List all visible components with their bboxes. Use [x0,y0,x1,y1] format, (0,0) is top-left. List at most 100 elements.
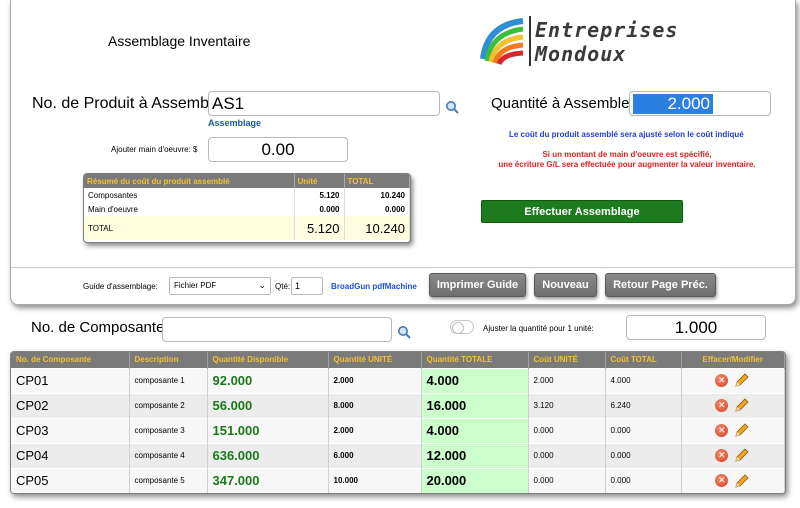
guide-select-value: Fichier PDF [174,281,217,290]
table-row: CP04 composante 4 636.000 6.000 12.000 0… [11,442,785,468]
component-avail: 56.000 [207,392,329,418]
company-logo: Entreprises Mondoux [479,12,677,70]
guide-select[interactable]: Fichier PDF ⌄ [169,277,271,295]
col-header-total-cost: Coût TOTAL [605,352,682,368]
pdf-machine-link[interactable]: BroadGun pdfMachine [331,282,417,291]
page-title: Assemblage Inventaire [108,33,251,49]
rainbow-logo-icon [480,18,524,66]
unit-qty-input[interactable]: 1.000 [626,315,766,340]
summary-total-unit: 5.120 [294,216,345,240]
summary-header-unit: Unité [294,174,345,188]
summary-total-row: TOTAL 5.120 10.240 [84,216,410,240]
pencil-icon[interactable] [734,372,750,388]
component-code: CP01 [11,367,130,393]
summary-row: Main d'oeuvre 0.000 0.000 [84,202,410,216]
component-unit-cost: 0.000 [528,417,606,443]
component-total-qty: 4.000 [421,417,529,443]
summary-header-total: TOTAL [344,174,410,188]
delete-icon[interactable]: ✕ [715,398,729,412]
delete-icon[interactable]: ✕ [715,423,729,437]
summary-row: Composantes 5.120 10.240 [84,188,410,202]
new-button[interactable]: Nouveau [534,273,597,297]
guide-label: Guide d'assemblage: [83,282,158,291]
assembly-link[interactable]: Assemblage [208,118,261,128]
pencil-icon[interactable] [734,422,750,438]
component-search-icon[interactable] [397,325,411,339]
row-actions: ✕ [681,417,785,443]
table-row: CP02 composante 2 56.000 8.000 16.000 3.… [11,392,785,418]
guide-qty-label: Qté: [275,282,291,291]
summary-row-unit: 5.120 [294,188,345,202]
labour-input[interactable]: 0.00 [208,137,348,162]
summary-row-label: Composantes [84,188,295,202]
component-avail: 151.000 [207,417,329,443]
chevron-down-icon: ⌄ [258,280,266,290]
quantity-input[interactable]: 2.000 [629,91,771,116]
product-input[interactable]: AS1 [208,91,440,116]
quantity-label: Quantité à Assembler: [491,95,639,112]
component-unit-qty: 10.000 [328,467,422,493]
component-desc: composante 4 [129,442,208,468]
component-unit-cost: 0.000 [528,467,606,493]
product-search-icon[interactable] [445,100,459,114]
component-unit-cost: 0.000 [528,442,606,468]
component-input[interactable] [162,317,392,342]
logo-text-line2: Mondoux [535,42,627,66]
components-table: No. de Composante Description Quantité D… [10,351,786,494]
component-total-qty: 20.000 [421,467,529,493]
component-total-qty: 16.000 [421,392,529,418]
table-row: CP05 composante 5 347.000 10.000 20.000 … [11,467,785,493]
component-total-qty: 12.000 [421,442,529,468]
component-unit-qty: 6.000 [328,442,422,468]
component-unit-cost: 3.120 [528,392,606,418]
component-avail: 636.000 [207,442,329,468]
col-header-total-qty: Quantité TOTALE [421,352,529,368]
perform-assembly-button[interactable]: Effectuer Assemblage [481,200,683,223]
col-header-unit-cost: Coût UNITÉ [528,352,606,368]
component-total-cost: 0.000 [605,442,682,468]
summary-total-total: 10.240 [344,216,410,240]
print-guide-button[interactable]: Imprimer Guide [429,273,526,297]
table-row: CP03 composante 3 151.000 2.000 4.000 0.… [11,417,785,443]
component-label: No. de Composante: [31,319,169,336]
back-button[interactable]: Retour Page Préc. [605,273,716,297]
pencil-icon[interactable] [734,473,750,489]
summary-row-label: Main d'oeuvre [84,202,295,216]
component-unit-qty: 2.000 [328,367,422,393]
cost-adjust-note: Le coût du produit assemblé sera ajusté … [509,130,744,139]
summary-total-label: TOTAL [84,216,295,240]
delete-icon[interactable]: ✕ [715,448,729,462]
col-header-desc: Description [129,352,208,368]
component-code: CP04 [11,442,130,468]
pencil-icon[interactable] [734,397,750,413]
row-actions: ✕ [681,367,785,393]
col-header-actions: Effacer/Modifier [681,352,785,368]
row-actions: ✕ [681,392,785,418]
labour-note-line1: Si un montant de main d'oeuvre est spéci… [542,150,712,159]
quantity-value: 2.000 [633,94,713,114]
component-code: CP05 [11,467,130,493]
summary-row-total: 10.240 [344,188,410,202]
summary-row-total: 0.000 [344,202,410,216]
delete-icon[interactable]: ✕ [715,474,729,488]
logo-text-line1: Entreprises [535,18,679,42]
component-code: CP03 [11,417,130,443]
adjust-unit-label: Ajuster la quantité pour 1 unité: [483,324,594,333]
product-label: No. de Produit à Assembler: [32,95,232,112]
component-desc: composante 1 [129,367,208,393]
summary-row-unit: 0.000 [294,202,345,216]
row-actions: ✕ [681,442,785,468]
table-row: CP01 composante 1 92.000 2.000 4.000 2.0… [11,367,785,393]
component-total-cost: 6.240 [605,392,682,418]
pencil-icon[interactable] [734,447,750,463]
delete-icon[interactable]: ✕ [715,373,729,387]
guide-qty-input[interactable]: 1 [291,277,323,295]
col-header-code: No. de Composante [11,352,130,368]
assembly-panel: Assemblage Inventaire Entreprises Mondou… [10,0,796,305]
divider [11,267,795,268]
component-unit-cost: 2.000 [528,367,606,393]
cost-summary-table: Résumé du coût du produit assemblé Unité… [83,173,411,243]
component-desc: composante 2 [129,392,208,418]
component-total-cost: 0.000 [605,467,682,493]
adjust-unit-toggle[interactable] [450,320,474,334]
